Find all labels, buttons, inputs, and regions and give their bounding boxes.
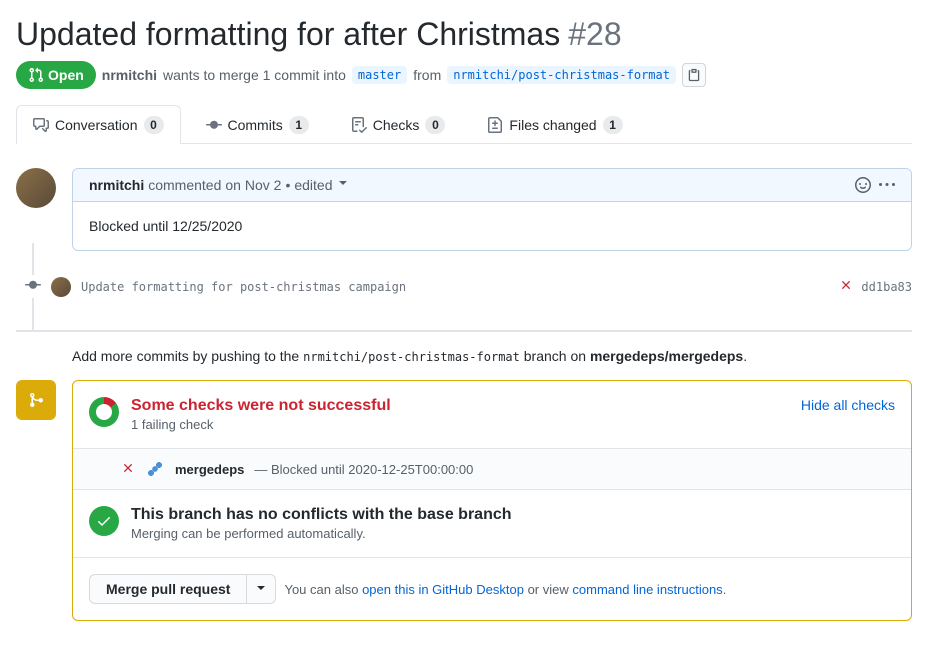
comment-date[interactable]: on Nov 2: [225, 177, 281, 193]
checks-heading: Some checks were not successful: [131, 397, 789, 415]
divider: [16, 330, 912, 332]
period: .: [743, 348, 747, 364]
check-item-row[interactable]: mergedeps — Blocked until 2020-12-25T00:…: [73, 449, 911, 490]
open-desktop-link[interactable]: open this in GitHub Desktop: [362, 582, 524, 597]
check-name: mergedeps: [175, 462, 244, 477]
hint-text: You can also: [284, 582, 358, 597]
chevron-down-icon: [257, 586, 265, 594]
pr-number: #28: [568, 16, 621, 53]
kebab-horizontal-icon: [879, 177, 895, 193]
hint-repo: mergedeps/mergedeps: [590, 348, 743, 364]
checks-subheading: 1 failing check: [131, 417, 789, 432]
merge-hint: You can also open this in GitHub Desktop…: [284, 582, 726, 597]
from-text: from: [413, 67, 441, 83]
check-detail: — Blocked until 2020-12-25T00:00:00: [254, 462, 473, 477]
merge-status-badge: [16, 380, 56, 420]
merge-box: Some checks were not successful 1 failin…: [72, 380, 912, 621]
tab-label: Files changed: [509, 117, 596, 133]
git-merge-icon: [28, 392, 44, 408]
clipboard-icon: [687, 68, 701, 82]
push-hint: Add more commits by pushing to the nrmit…: [72, 348, 912, 364]
head-branch-label[interactable]: nrmitchi/post-christmas-format: [447, 66, 676, 84]
hint-text: Add more commits by pushing to the: [72, 348, 299, 364]
conflicts-subheading: Merging can be performed automatically.: [131, 526, 895, 541]
hint-text: branch on: [524, 348, 586, 364]
kebab-menu-button[interactable]: [879, 177, 895, 193]
pr-title: Updated formatting for after Christmas: [16, 16, 560, 53]
cli-instructions-link[interactable]: command line instructions: [572, 582, 722, 597]
comment-action: commented: [148, 177, 221, 193]
chevron-down-icon[interactable]: [339, 181, 347, 189]
avatar[interactable]: [51, 277, 71, 297]
pr-header: Updated formatting for after Christmas #…: [16, 16, 912, 89]
comment-discussion-icon: [33, 117, 49, 133]
merge-text: wants to merge 1 commit into: [163, 67, 346, 83]
emoji-react-button[interactable]: [855, 177, 871, 193]
tab-count: 1: [603, 116, 623, 134]
hint-branch: nrmitchi/post-christmas-format: [303, 350, 520, 364]
status-fail-icon[interactable]: [839, 278, 853, 295]
base-branch-label[interactable]: master: [352, 66, 407, 84]
tab-conversation[interactable]: Conversation 0: [16, 105, 181, 144]
tab-label: Conversation: [55, 117, 138, 133]
tab-files-changed[interactable]: Files changed 1: [470, 105, 639, 144]
check-app-logo: [145, 459, 165, 479]
commit-sha-link[interactable]: dd1ba83: [861, 280, 912, 294]
git-commit-icon: [25, 275, 41, 298]
tab-commits[interactable]: Commits 1: [189, 105, 326, 144]
bullet: •: [285, 177, 290, 193]
merge-options-dropdown[interactable]: [246, 574, 276, 604]
status-success-icon: [89, 506, 119, 536]
checklist-icon: [351, 117, 367, 133]
comment-box: nrmitchi commented on Nov 2 • edited: [72, 168, 912, 251]
smiley-icon: [855, 177, 871, 193]
edited-label[interactable]: edited: [294, 177, 332, 193]
pr-author-link[interactable]: nrmitchi: [102, 67, 157, 83]
tab-label: Checks: [373, 117, 420, 133]
git-commit-icon: [206, 117, 222, 133]
state-badge: Open: [16, 61, 96, 89]
state-label: Open: [48, 67, 84, 83]
check-icon: [96, 513, 112, 529]
merge-pull-request-button[interactable]: Merge pull request: [89, 574, 246, 604]
status-donut-icon: [89, 397, 119, 427]
tab-count: 1: [289, 116, 309, 134]
tab-count: 0: [425, 116, 445, 134]
avatar[interactable]: [16, 168, 56, 208]
commit-row: Update formatting for post-christmas cam…: [72, 267, 912, 306]
comment-author-link[interactable]: nrmitchi: [89, 177, 144, 193]
hint-text: or view: [528, 582, 569, 597]
file-diff-icon: [487, 117, 503, 133]
x-icon: [121, 461, 135, 478]
tab-label: Commits: [228, 117, 283, 133]
tabnav: Conversation 0 Commits 1 Checks 0 Files …: [16, 105, 912, 144]
tab-count: 0: [144, 116, 164, 134]
tab-checks[interactable]: Checks 0: [334, 105, 463, 144]
conflicts-heading: This branch has no conflicts with the ba…: [131, 506, 895, 524]
copy-branch-button[interactable]: [682, 63, 706, 87]
git-pull-request-icon: [28, 67, 44, 83]
merge-button-group: Merge pull request: [89, 574, 276, 604]
hide-checks-link[interactable]: Hide all checks: [801, 397, 895, 432]
comment-body: Blocked until 12/25/2020: [73, 202, 911, 250]
period: .: [723, 582, 727, 597]
commit-message-link[interactable]: Update formatting for post-christmas cam…: [81, 280, 829, 294]
